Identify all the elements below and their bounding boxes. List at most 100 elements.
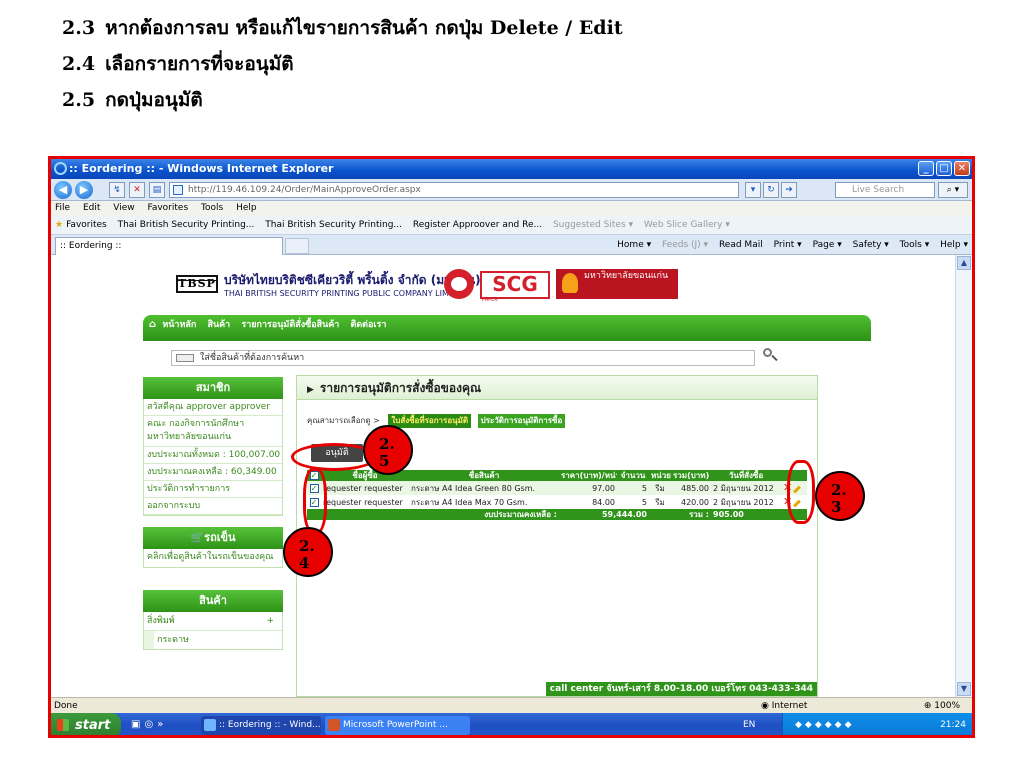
url-input[interactable]: http://119.46.109.24/Order/MainApproveOr… <box>169 182 739 198</box>
cell-date: 2 มิถุนายน 2012 <box>711 495 781 509</box>
cell-qty: 5 <box>617 495 649 509</box>
zoom-level[interactable]: ⊕ 100% <box>924 698 960 714</box>
category-printing[interactable]: สิ่งพิมพ์ + <box>144 612 282 631</box>
security-zone: ◉ Internet <box>761 701 808 711</box>
col-total: รวม(บาท) <box>671 470 711 481</box>
col-date: วันที่สั่งซื้อ <box>711 470 781 481</box>
nav-approvals[interactable]: รายการอนุมัติสั่งซื้อสินค้า <box>241 320 339 330</box>
cmd-help[interactable]: Help ▾ <box>940 240 968 250</box>
fav-suggested-sites[interactable]: Suggested Sites ▾ <box>553 220 633 230</box>
cell-total: 485.00 <box>671 481 711 495</box>
go-icon[interactable]: ➔ <box>781 182 797 198</box>
page-viewport: TBSP บริษัทไทยบริติชซีเคียวริตี้ พริ้นติ… <box>51 255 961 697</box>
back-button[interactable]: ◀ <box>54 181 72 199</box>
fav-web-slice[interactable]: Web Slice Gallery ▾ <box>644 220 730 230</box>
menu-bar: File Edit View Favorites Tools Help <box>51 201 972 216</box>
live-search-input[interactable]: Live Search <box>835 182 935 198</box>
language-indicator[interactable]: EN <box>743 713 755 735</box>
budget-remaining-value: 59,444.00 <box>559 509 649 520</box>
cmd-read-mail[interactable]: Read Mail <box>719 240 763 250</box>
col-product: ชื่อสินค้า <box>409 470 559 481</box>
view-label: คุณสามารถเลือกดู > <box>307 416 380 425</box>
tab-approval-history[interactable]: ประวัติการอนุมัติการซื้อ <box>477 414 566 428</box>
expand-icon[interactable]: + <box>266 612 274 630</box>
browser-tab-eordering[interactable]: :: Eordering :: <box>55 237 283 255</box>
tbsp-logo: TBSP <box>176 275 218 293</box>
annotation-badge-2-5: 2. 5 <box>363 425 413 475</box>
table-row: ✓ requester requester กระดาษ A4 Idea Gre… <box>307 481 807 495</box>
panel-title: ▶ รายการอนุมัติการสั่งซื้อของคุณ <box>297 376 817 400</box>
stop-icon[interactable]: ✕ <box>129 182 145 198</box>
close-button[interactable]: ✕ <box>954 161 970 176</box>
menu-edit[interactable]: Edit <box>83 203 100 213</box>
annotation-ellipse-checkboxes <box>303 468 327 534</box>
forward-button[interactable]: ▶ <box>75 181 93 199</box>
menu-file[interactable]: File <box>55 203 70 213</box>
member-logout-link[interactable]: ออกจากระบบ <box>144 498 282 515</box>
taskbar: start ▣◎» :: Eordering :: - Wind... Micr… <box>51 713 972 735</box>
cmd-safety[interactable]: Safety ▾ <box>853 240 889 250</box>
home-icon: ⌂ <box>149 319 157 330</box>
member-history-link[interactable]: ประวัติการทำรายการ <box>144 481 282 498</box>
tray-icons[interactable]: ◆◆◆◆◆◆ <box>795 713 855 735</box>
sum-value: 905.00 <box>711 509 781 520</box>
orders-table: ✓ ชื่อผู้ซื้อ ชื่อสินค้า ราคา(บาท)/หน่วย… <box>307 470 807 520</box>
cmd-home[interactable]: Home ▾ <box>617 240 651 250</box>
more-icon[interactable]: » <box>157 719 167 730</box>
ie-logo-icon <box>54 162 67 175</box>
annotation-badge-2-4: 2. 4 <box>283 527 333 577</box>
fav-link-2[interactable]: Thai British Security Printing... <box>265 220 402 230</box>
fav-link-3[interactable]: Register Approover and Re... <box>413 220 542 230</box>
menu-favorites[interactable]: Favorites <box>147 203 188 213</box>
task-ie-eordering[interactable]: :: Eordering :: - Wind... <box>201 716 321 735</box>
ie-quick-icon[interactable]: ◎ <box>144 719 157 730</box>
desktop-icon[interactable]: ▣ <box>131 719 144 730</box>
nav-products[interactable]: สินค้า <box>208 320 231 330</box>
product-search-input[interactable]: ใส่ชื่อสินค้าที่ต้องการค้นหา <box>171 350 755 366</box>
status-text: Done <box>54 701 78 711</box>
cell-qty: 5 <box>617 481 649 495</box>
menu-view[interactable]: View <box>113 203 134 213</box>
clock: 21:24 <box>940 720 966 730</box>
cell-date: 2 มิถุนายน 2012 <box>711 481 781 495</box>
step-2-5: 2.5 กดปุ่มอนุมัติ <box>62 89 203 111</box>
products-header: สินค้า <box>143 590 283 612</box>
category-paper[interactable]: กระดาษ <box>144 631 282 649</box>
maximize-button[interactable]: □ <box>936 161 952 176</box>
favorites-bar: ★ Favorites Thai British Security Printin… <box>51 216 972 235</box>
compat-icon[interactable]: ↯ <box>109 182 125 198</box>
scroll-down-icon[interactable]: ▼ <box>957 682 971 696</box>
cell-price: 97.00 <box>559 481 617 495</box>
cmd-tools[interactable]: Tools ▾ <box>900 240 930 250</box>
budget-remaining-label: งบประมาณคงเหลือ : <box>321 509 559 520</box>
tab-pending-approval[interactable]: ใบสั่งซื้อที่รอการอนุมัติ <box>388 414 472 428</box>
menu-tools[interactable]: Tools <box>201 203 223 213</box>
scroll-up-icon[interactable]: ▲ <box>957 256 971 270</box>
nav-contact[interactable]: ติดต่อเรา <box>350 320 386 330</box>
url-dropdown-icon[interactable]: ▾ <box>745 182 761 198</box>
keyboard-icon <box>176 354 194 362</box>
vertical-scrollbar[interactable]: ▲ ▼ <box>955 255 972 697</box>
nav-home[interactable]: หน้าหลัก <box>162 320 196 330</box>
cmd-page[interactable]: Page ▾ <box>813 240 842 250</box>
new-tab-button[interactable] <box>285 238 309 254</box>
command-bar: Home ▾ Feeds (J) ▾ Read Mail Print ▾ Pag… <box>609 235 968 255</box>
cart-icon: 🛒 <box>190 531 205 544</box>
task-powerpoint[interactable]: Microsoft PowerPoint ... <box>325 716 470 735</box>
refresh-icon[interactable]: ↻ <box>763 182 779 198</box>
window-title: :: Eordering :: - Windows Internet Explo… <box>69 162 334 175</box>
members-box: สวัสดีคุณ approver approver คณะ กองกิจกา… <box>143 399 283 516</box>
members-header: สมาชิก <box>143 377 283 399</box>
cmd-print[interactable]: Print ▾ <box>774 240 802 250</box>
menu-help[interactable]: Help <box>236 203 257 213</box>
cell-price: 84.00 <box>559 495 617 509</box>
cmd-feeds[interactable]: Feeds (J) ▾ <box>662 240 708 250</box>
fav-link-1[interactable]: Thai British Security Printing... <box>118 220 255 230</box>
minimize-button[interactable]: _ <box>918 161 934 176</box>
start-button[interactable]: start <box>51 713 121 735</box>
favorites-button[interactable]: ★ Favorites <box>55 220 107 230</box>
member-faculty: คณะ กองกิจการนักศึกษา มหาวิทยาลัยขอนแก่น <box>144 416 282 447</box>
search-icon[interactable]: ⌕ ▾ <box>938 182 968 198</box>
search-magnifier-icon[interactable] <box>763 348 778 362</box>
cart-link[interactable]: คลิกเพื่อดูสินค้าในรถเข็นของคุณ <box>143 549 283 568</box>
